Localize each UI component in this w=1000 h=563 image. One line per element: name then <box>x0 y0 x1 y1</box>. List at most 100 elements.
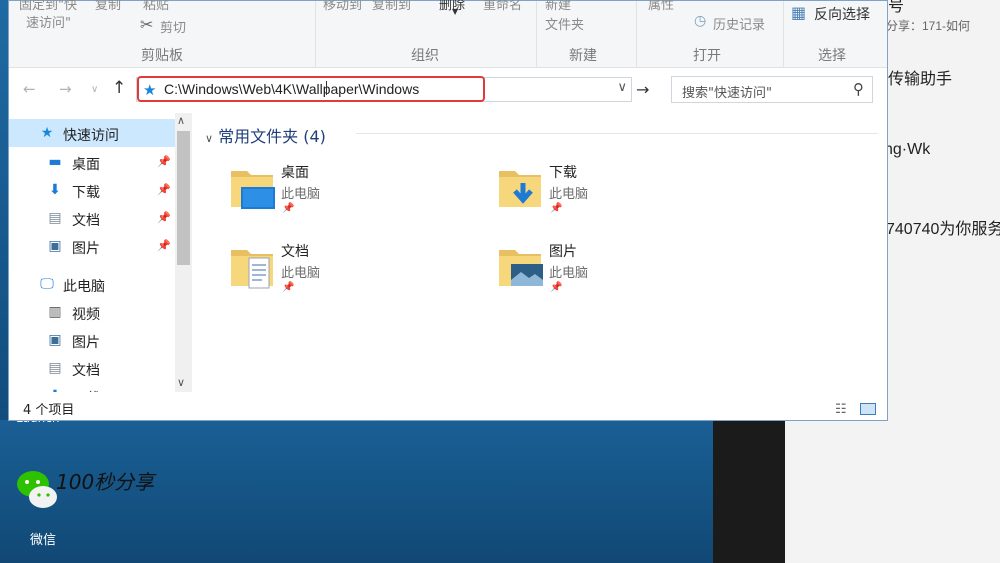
chat-contact[interactable]: 740740为你服务 <box>886 215 1000 239</box>
new-folder-button[interactable]: 新建 <box>545 0 571 13</box>
search-icon[interactable]: ⚲ <box>853 80 864 98</box>
nav-item-label: 图片 <box>72 241 100 257</box>
download-icon: ⬇ <box>47 388 63 392</box>
folder-tile-documents[interactable]: 文档 此电脑 📌 <box>229 240 489 310</box>
chat-line: 分享：171-如何 <box>886 19 971 33</box>
tile-location: 此电脑 <box>549 266 589 281</box>
nav-item-label: 视频 <box>72 307 100 323</box>
folder-pictures-icon <box>499 250 543 286</box>
document-icon: ▤ <box>48 210 62 226</box>
group-title: 常用文件夹 (4) <box>218 127 326 146</box>
pictures-icon: ▣ <box>48 332 62 348</box>
ribbon: 固定到"快 速访问" 粘贴 复制 ✂ 剪切 移动到 复制到 删除 ▼ 重命名 新… <box>9 0 887 68</box>
search-input[interactable]: 搜索"快速访问" ⚲ <box>671 76 873 103</box>
back-button[interactable]: ← <box>23 80 36 98</box>
invert-select-icon: ▦ <box>791 3 807 22</box>
tile-location: 此电脑 <box>549 187 589 202</box>
scissors-icon: ✂ <box>140 15 154 34</box>
ribbon-group-new: 新建 <box>569 48 597 64</box>
wechat-icon[interactable] <box>14 467 60 513</box>
chat-line: 号 <box>888 0 905 15</box>
ribbon-group-clipboard: 剪贴板 <box>141 48 183 64</box>
group-divider <box>356 133 878 134</box>
computer-icon: 🖵 <box>40 276 54 292</box>
divider <box>636 1 637 67</box>
watermark-text: 100秒分享 <box>56 470 155 494</box>
status-item-count: 4 个项目 <box>23 403 75 418</box>
highlight-box <box>137 76 485 102</box>
copy-to-button[interactable]: 复制到 <box>372 0 411 13</box>
download-icon: ⬇ <box>49 182 61 198</box>
divider <box>783 1 784 67</box>
view-buttons: ☷ <box>835 398 876 417</box>
nav-item-label: 图片 <box>72 335 100 351</box>
pin-quick-access-label: 速访问" <box>26 16 71 31</box>
recent-locations-button[interactable]: ∨ <box>91 84 98 95</box>
pin-icon: 📌 <box>157 211 171 224</box>
chat-contact[interactable]: 传输助手 <box>888 65 952 89</box>
pin-icon: 📌 <box>157 183 171 196</box>
nav-item-pc-documents[interactable]: ▤ 文档 <box>9 354 175 382</box>
ribbon-group-select: 选择 <box>818 48 846 64</box>
folder-tile-desktop[interactable]: 桌面 此电脑 📌 <box>229 161 489 231</box>
nav-item-label: 文档 <box>72 363 100 379</box>
scrollbar-thumb[interactable] <box>177 131 190 265</box>
wechat-label: 微信 <box>30 533 57 548</box>
history-button[interactable]: 历史记录 <box>713 14 765 33</box>
pin-icon: 📌 <box>282 203 295 214</box>
nav-item-quick-access[interactable]: ★ 快速访问 <box>9 119 175 147</box>
pictures-icon: ▣ <box>48 238 62 254</box>
divider <box>315 1 316 67</box>
nav-item-label: 此电脑 <box>63 279 105 295</box>
invert-select-button[interactable]: 反向选择 <box>814 4 870 24</box>
details-view-icon[interactable]: ☷ <box>835 402 847 417</box>
ribbon-group-organize: 组织 <box>411 48 439 64</box>
large-icons-view-icon[interactable] <box>859 402 876 415</box>
nav-item-desktop[interactable]: ▬ 桌面 📌 <box>9 148 175 176</box>
folder-document-icon <box>231 250 273 289</box>
folder-desktop-icon <box>231 171 275 209</box>
scroll-down-arrow[interactable]: ∨ <box>177 376 185 389</box>
tile-location: 此电脑 <box>281 266 321 281</box>
star-icon: ★ <box>40 125 54 141</box>
nav-item-label: 文档 <box>72 213 100 229</box>
nav-item-pc-pictures[interactable]: ▣ 图片 <box>9 326 175 354</box>
copy-button[interactable]: 复制 <box>95 0 121 13</box>
ribbon-group-open: 打开 <box>693 48 721 64</box>
go-button[interactable]: → <box>636 80 649 99</box>
chevron-down-icon[interactable]: ▼ <box>452 7 458 16</box>
move-to-button[interactable]: 移动到 <box>323 0 362 13</box>
desktop-icon: ▬ <box>48 154 62 170</box>
nav-item-label: 下载 <box>72 388 100 392</box>
chat-contact[interactable]: ng·Wk <box>884 141 930 159</box>
text-cursor <box>326 81 327 95</box>
cut-button[interactable]: 剪切 <box>160 17 186 36</box>
rename-button[interactable]: 重命名 <box>483 0 522 13</box>
properties-button[interactable]: 属性 <box>648 0 674 13</box>
nav-item-label: 桌面 <box>72 157 100 173</box>
pin-icon: 📌 <box>550 282 563 293</box>
pin-icon: 📌 <box>157 239 171 252</box>
scroll-up-arrow[interactable]: ∧ <box>177 114 185 127</box>
up-button[interactable]: ↑ <box>112 78 126 98</box>
chevron-down-icon[interactable]: ∨ <box>205 132 213 145</box>
nav-item-documents[interactable]: ▤ 文档 📌 <box>9 204 175 232</box>
nav-item-videos[interactable]: ▥ 视频 <box>9 298 175 326</box>
nav-item-pc-downloads[interactable]: ⬇ 下载 <box>9 382 175 392</box>
nav-item-pictures[interactable]: ▣ 图片 📌 <box>9 232 175 260</box>
nav-item-downloads[interactable]: ⬇ 下载 📌 <box>9 176 175 204</box>
folder-download-icon <box>499 171 541 207</box>
forward-button[interactable]: → <box>59 80 72 98</box>
file-explorer-window: 固定到"快 速访问" 粘贴 复制 ✂ 剪切 移动到 复制到 删除 ▼ 重命名 新… <box>8 0 888 421</box>
nav-item-label: 快速访问 <box>63 128 119 144</box>
video-icon: ▥ <box>48 304 62 320</box>
paste-button[interactable]: 粘贴 <box>143 0 169 13</box>
chevron-down-icon[interactable]: ∨ <box>617 80 627 95</box>
folder-tile-downloads[interactable]: 下载 此电脑 📌 <box>497 161 757 231</box>
pin-icon: 📌 <box>550 203 563 214</box>
group-header[interactable]: ∨ 常用文件夹 (4) <box>205 123 326 147</box>
folder-tile-pictures[interactable]: 图片 此电脑 📌 <box>497 240 757 310</box>
nav-item-this-pc[interactable]: 🖵 此电脑 <box>9 270 175 298</box>
tile-name: 下载 <box>549 165 577 181</box>
history-icon: ◷ <box>694 13 707 29</box>
